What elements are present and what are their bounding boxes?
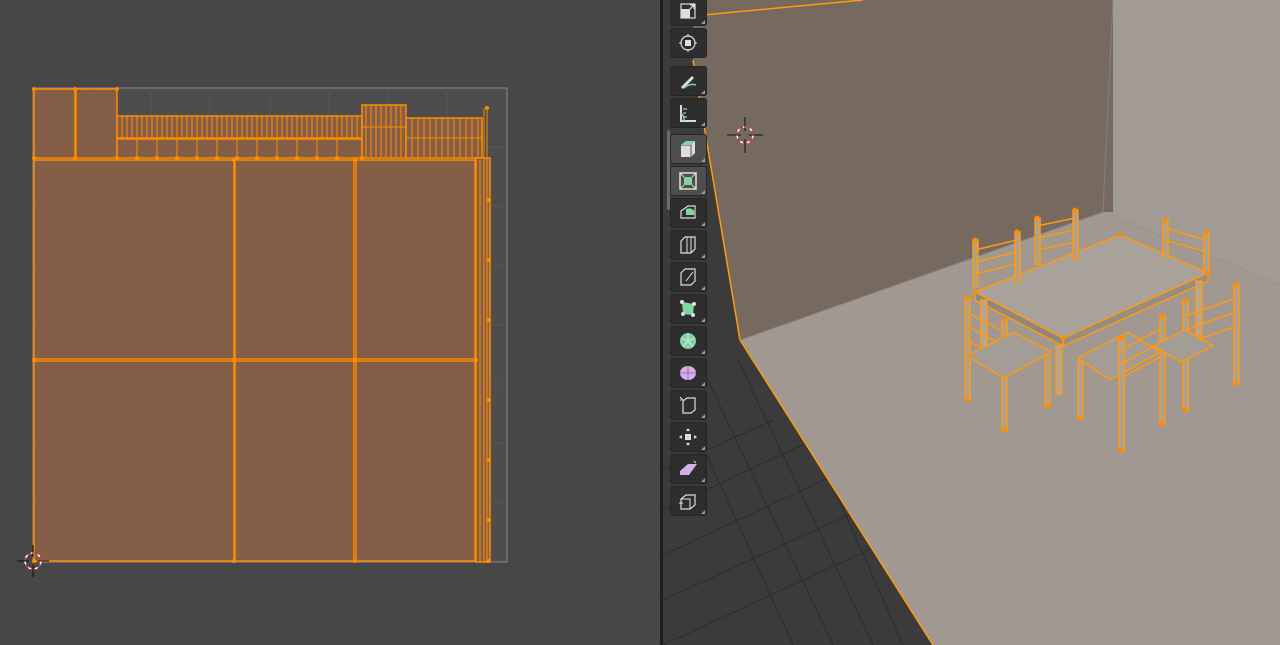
- smooth-icon: [679, 396, 696, 414]
- scale-icon: [680, 3, 696, 19]
- spin-tool[interactable]: [670, 358, 707, 388]
- knife-icon: [680, 300, 696, 317]
- spin-icon: [680, 366, 696, 380]
- inset-faces-tool[interactable]: [670, 198, 707, 228]
- blender-workspace: [0, 0, 1280, 645]
- loop-cut-icon: [680, 268, 696, 286]
- viewport-toolbar: [670, 0, 708, 520]
- inset-faces-icon: [680, 205, 696, 219]
- smooth-tool[interactable]: [670, 390, 707, 420]
- uv-editor[interactable]: [0, 0, 660, 645]
- annotate-icon: [681, 76, 697, 89]
- annotate-tool[interactable]: [670, 66, 707, 96]
- uv-face-4[interactable]: [33, 360, 235, 562]
- uv-face-3[interactable]: [355, 159, 476, 360]
- uv-island-strip[interactable]: [116, 115, 363, 139]
- extrude-region-icon: [679, 172, 697, 190]
- bevel-icon: [680, 236, 696, 254]
- uv-face-2[interactable]: [234, 159, 355, 360]
- uv-face-1[interactable]: [33, 159, 235, 360]
- measure-icon: [680, 105, 696, 122]
- uv-islands[interactable]: [33, 88, 491, 563]
- uv-face-5[interactable]: [234, 360, 355, 562]
- poly-build-icon: [680, 333, 696, 349]
- loop-cut-tool[interactable]: [670, 262, 707, 292]
- 3d-viewport[interactable]: [663, 0, 1280, 645]
- transform-icon: [679, 34, 697, 52]
- add-cube-icon: [681, 141, 695, 157]
- measure-tool[interactable]: [670, 98, 707, 128]
- transform-tool[interactable]: [670, 28, 707, 58]
- poly-build-tool[interactable]: [670, 326, 707, 356]
- edge-slide-tool[interactable]: [670, 422, 707, 452]
- uv-island-strip-low[interactable]: [116, 138, 363, 159]
- uv-island-top-left-a[interactable]: [33, 88, 76, 159]
- bevel-tool[interactable]: [670, 230, 707, 260]
- uv-face-6[interactable]: [355, 360, 476, 562]
- shrink-fatten-tool[interactable]: [670, 454, 707, 484]
- uv-canvas[interactable]: [0, 0, 660, 645]
- uv-island-block[interactable]: [361, 104, 407, 159]
- rip-region-tool[interactable]: [670, 486, 707, 516]
- uv-island-top-left-b[interactable]: [75, 88, 118, 159]
- extrude-region-tool[interactable]: [670, 166, 707, 196]
- scale-tool[interactable]: [670, 0, 707, 26]
- add-cube-tool[interactable]: [670, 134, 707, 164]
- edge-slide-icon: [679, 428, 697, 446]
- knife-tool[interactable]: [670, 294, 707, 324]
- rip-region-icon: [679, 494, 696, 510]
- viewport-scene[interactable]: [663, 0, 1280, 645]
- shrink-fatten-icon: [680, 460, 697, 475]
- uv-island-right-column[interactable]: [475, 157, 491, 563]
